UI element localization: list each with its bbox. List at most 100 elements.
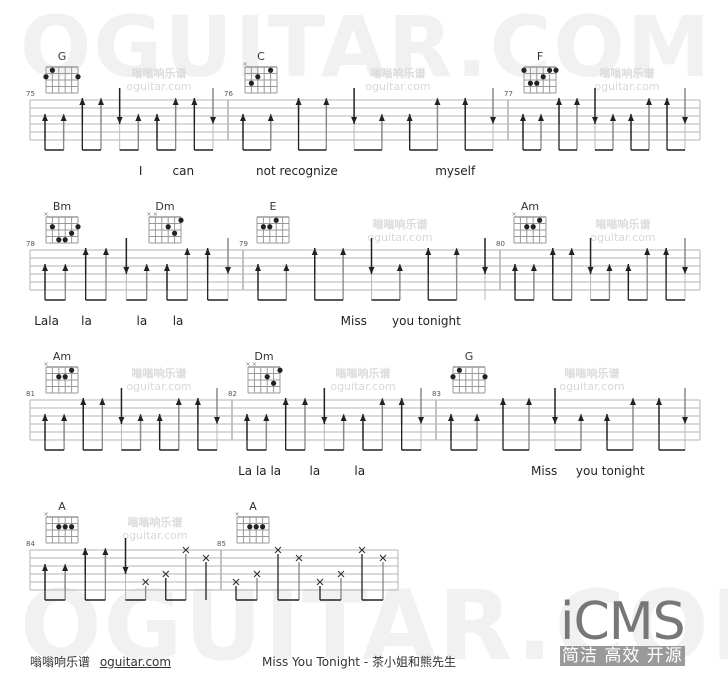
chord-diagram-f: F: [521, 50, 559, 94]
up-arrow-icon: [102, 548, 109, 555]
measure-number: 81: [26, 390, 35, 398]
up-arrow-icon: [172, 98, 179, 105]
up-arrow-icon: [656, 398, 662, 405]
watermark-site-url: oguitar.com: [330, 380, 395, 393]
lyric-text: Lala: [34, 314, 59, 328]
watermark-site-cn: 嗡嗡响乐谱: [128, 515, 183, 529]
up-arrow-icon: [98, 98, 104, 105]
watermark-site-url: oguitar.com: [590, 231, 655, 244]
watermark-site-cn: 嗡嗡响乐谱: [596, 217, 651, 231]
up-arrow-icon: [549, 248, 556, 255]
finger-dot: [271, 380, 277, 386]
up-arrow-icon: [630, 398, 636, 405]
finger-dot: [260, 524, 266, 530]
strum-stroke-down: [682, 238, 688, 300]
up-arrow-icon: [530, 264, 537, 271]
up-arrow-icon: [378, 114, 385, 121]
down-arrow-icon: [210, 117, 216, 124]
muted-string-mark: ×: [234, 511, 239, 518]
finger-dot: [56, 524, 62, 530]
measure-number: 84: [26, 540, 35, 548]
finger-dot: [527, 80, 534, 86]
strum-stroke-mute: [337, 570, 345, 600]
up-arrow-icon: [283, 264, 290, 271]
down-arrow-icon: [214, 417, 220, 424]
down-arrow-icon: [682, 117, 688, 124]
measure-number: 83: [432, 390, 441, 398]
finger-dot: [69, 524, 75, 530]
chord-diagram-bm: Bm ×: [43, 200, 81, 244]
lyric-text: Miss: [341, 314, 367, 328]
up-arrow-icon: [448, 414, 454, 421]
watermark-site-url: oguitar.com: [367, 231, 432, 244]
guitar-tab-score: 嗡嗡响乐谱oguitar.com嗡嗡响乐谱oguitar.com嗡嗡响乐谱ogu…: [26, 50, 701, 601]
chord-name: G: [465, 350, 474, 363]
up-arrow-icon: [60, 114, 67, 121]
up-arrow-icon: [628, 114, 634, 121]
strum-stroke-down: [552, 388, 558, 450]
measure-number: 80: [496, 240, 505, 248]
muted-string-mark: ×: [252, 361, 257, 368]
finger-dot: [247, 524, 253, 530]
lyric-text: myself: [435, 164, 476, 178]
finger-dot: [62, 524, 68, 530]
up-arrow-icon: [644, 248, 651, 255]
measure-number: 85: [217, 540, 226, 548]
strum-stroke-down: [482, 238, 488, 300]
finger-dot: [75, 224, 81, 230]
up-arrow-icon: [406, 114, 413, 121]
strum-stroke-down: [118, 388, 125, 450]
lyric-text: la: [81, 314, 92, 328]
strum-stroke-down: [116, 88, 123, 150]
finger-dot: [255, 74, 261, 80]
footer-site: 嗡嗡响乐谱 oguitar.com: [30, 653, 171, 670]
up-arrow-icon: [526, 398, 532, 405]
finger-dot: [267, 224, 273, 230]
watermark-site-cn: 嗡嗡响乐谱: [132, 366, 187, 380]
muted-string-mark: ×: [242, 61, 247, 68]
chord-name: Dm: [254, 350, 273, 363]
chord-name: F: [537, 50, 543, 63]
up-arrow-icon: [42, 264, 48, 271]
finger-dot: [56, 237, 62, 243]
finger-dot: [482, 374, 488, 380]
measure-number: 79: [239, 240, 248, 248]
chord-diagram-c: C×: [242, 50, 278, 94]
chord-diagram-g: G: [43, 50, 81, 94]
lyric-text: you tonight: [576, 464, 645, 478]
finger-dot: [534, 80, 540, 86]
footer-site-name: 嗡嗡响乐谱: [30, 655, 91, 669]
up-arrow-icon: [194, 398, 201, 405]
watermark-site-cn: 嗡嗡响乐谱: [336, 366, 391, 380]
up-arrow-icon: [340, 248, 347, 255]
up-arrow-icon: [137, 414, 144, 421]
down-arrow-icon: [418, 417, 424, 424]
icms-logo: iCMS: [560, 592, 686, 652]
strum-stroke-mute: [162, 570, 170, 600]
muted-string-mark: ×: [245, 361, 250, 368]
up-arrow-icon: [244, 414, 250, 421]
up-arrow-icon: [82, 248, 89, 255]
finger-dot: [248, 80, 254, 86]
up-arrow-icon: [42, 564, 48, 571]
strum-stroke-down: [122, 538, 129, 600]
up-arrow-icon: [62, 264, 69, 271]
finger-dot: [530, 224, 536, 230]
up-arrow-icon: [154, 114, 160, 121]
up-arrow-icon: [500, 398, 506, 405]
watermark-site-cn: 嗡嗡响乐谱: [565, 366, 620, 380]
watermark-site-url: oguitar.com: [126, 80, 191, 93]
watermark-site-cn: 嗡嗡响乐谱: [132, 66, 187, 80]
up-arrow-icon: [396, 264, 403, 271]
finger-dot: [178, 217, 184, 223]
up-arrow-icon: [664, 98, 670, 105]
watermark-site-url: oguitar.com: [122, 529, 187, 542]
down-arrow-icon: [587, 267, 594, 274]
footer-site-link[interactable]: oguitar.com: [100, 655, 171, 669]
up-arrow-icon: [360, 414, 366, 421]
up-arrow-icon: [295, 98, 302, 105]
muted-string-mark: ×: [43, 511, 48, 518]
up-arrow-icon: [184, 248, 191, 255]
measure-number: 76: [224, 90, 233, 98]
up-arrow-icon: [340, 414, 347, 421]
